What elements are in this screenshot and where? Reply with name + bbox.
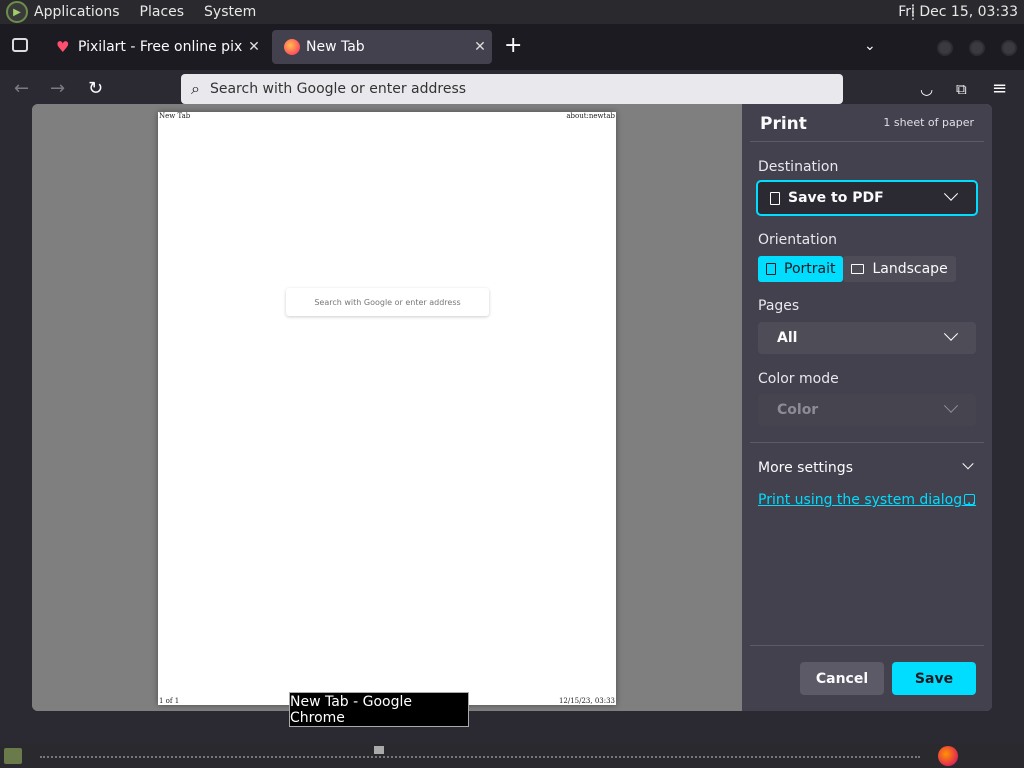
preview-search-text: Search with Google or enter address <box>314 297 461 307</box>
divider <box>750 442 984 443</box>
color-mode-select[interactable]: Color <box>758 394 976 426</box>
menu-hamburger-icon[interactable]: ≡ <box>992 78 1007 99</box>
print-settings-panel: Print 1 sheet of paper Destination Save … <box>742 104 992 711</box>
page-footer-date: 12/15/23, 03:33 <box>558 697 615 705</box>
portrait-radio[interactable]: Portrait <box>758 256 844 282</box>
pocket-icon[interactable]: ◡ <box>920 80 933 98</box>
chevron-down-icon <box>962 458 974 470</box>
reload-icon[interactable]: ↻ <box>88 78 103 99</box>
address-placeholder: Search with Google or enter address <box>209 81 467 97</box>
forward-arrow-icon[interactable]: → <box>50 78 65 99</box>
orientation-label: Orientation <box>758 232 838 248</box>
chevron-down-icon <box>943 326 959 341</box>
color-mode-value: Color <box>777 402 819 418</box>
page-footer-count: 1 of 1 <box>159 697 180 705</box>
print-preview-page: New Tab about:newtab Search with Google … <box>158 112 616 705</box>
menu-places[interactable]: Places <box>140 4 185 20</box>
clock[interactable]: Fri Dec 15, 03:33 <box>898 4 1018 20</box>
pages-select[interactable]: All <box>758 322 976 354</box>
print-preview-area[interactable]: New Tab about:newtab Search with Google … <box>32 104 742 711</box>
print-dialog: New Tab about:newtab Search with Google … <box>32 104 992 711</box>
taskbar-window-list <box>40 756 920 758</box>
back-arrow-icon[interactable]: ← <box>14 78 29 99</box>
external-link-icon <box>964 494 975 505</box>
minimize-button[interactable] <box>937 40 953 56</box>
menu-system[interactable]: System <box>204 4 256 20</box>
sheet-count: 1 sheet of paper <box>883 116 974 129</box>
tab-title: New Tab <box>306 39 365 55</box>
print-title: Print <box>760 114 807 134</box>
heart-icon: ♥ <box>56 38 70 56</box>
chevron-down-icon <box>943 186 959 201</box>
landscape-radio[interactable]: Landscape <box>843 256 956 282</box>
close-tab-icon[interactable]: ✕ <box>242 39 266 55</box>
tab-title: Pixilart - Free online pixel ar <box>78 39 242 55</box>
workspace-indicator[interactable] <box>374 746 384 754</box>
extensions-icon[interactable]: ⧉ <box>956 80 967 98</box>
system-top-bar: ▶ Applications Places System Fri Dec 15,… <box>0 0 1024 24</box>
list-all-tabs-icon[interactable]: ⌄ <box>864 38 876 54</box>
tab-strip: ♥ Pixilart - Free online pixel ar ✕ New … <box>0 24 1024 70</box>
divider <box>750 645 984 646</box>
tab-pixilart[interactable]: ♥ Pixilart - Free online pixel ar ✕ <box>44 30 266 64</box>
firefox-view-icon[interactable] <box>12 38 28 52</box>
firefox-icon <box>284 39 300 55</box>
portrait-icon <box>766 263 776 275</box>
maximize-button[interactable] <box>969 40 985 56</box>
system-dialog-link[interactable]: Print using the system dialog… <box>758 492 976 508</box>
new-tab-icon[interactable]: + <box>504 35 522 57</box>
close-window-button[interactable] <box>1001 40 1017 56</box>
show-desktop-icon[interactable] <box>4 748 22 764</box>
search-icon: ⌕ <box>191 79 200 98</box>
preview-search-box: Search with Google or enter address <box>286 288 489 316</box>
firefox-taskbar-icon[interactable] <box>938 746 958 766</box>
more-settings-toggle[interactable]: More settings <box>758 458 976 476</box>
destination-label: Destination <box>758 159 839 175</box>
color-mode-label: Color mode <box>758 371 839 387</box>
page-header-url: about:newtab <box>566 112 615 120</box>
pages-value: All <box>777 330 798 346</box>
landscape-icon <box>851 264 865 274</box>
divider <box>750 141 984 142</box>
tab-new-tab[interactable]: New Tab ✕ <box>272 30 492 64</box>
chevron-down-icon <box>943 398 959 413</box>
destination-value: Save to PDF <box>788 190 884 206</box>
pages-label: Pages <box>758 298 800 314</box>
destination-select[interactable]: Save to PDF <box>756 180 978 216</box>
menu-applications[interactable]: Applications <box>34 4 120 20</box>
document-icon <box>770 191 780 205</box>
orientation-toggle: Portrait Landscape <box>758 256 956 282</box>
address-bar[interactable]: ⌕ Search with Google or enter address <box>181 74 843 104</box>
bottom-taskbar <box>0 744 1024 768</box>
mate-logo-icon[interactable]: ▶ <box>6 1 28 23</box>
page-header-title: New Tab <box>159 112 191 120</box>
more-settings-label: More settings <box>758 460 853 476</box>
portrait-label: Portrait <box>784 261 836 277</box>
close-tab-icon[interactable]: ✕ <box>468 39 492 55</box>
window-tooltip: New Tab - Google Chrome <box>289 692 469 727</box>
cancel-button[interactable]: Cancel <box>800 662 884 695</box>
save-button[interactable]: Save <box>892 662 976 695</box>
landscape-label: Landscape <box>872 261 948 277</box>
